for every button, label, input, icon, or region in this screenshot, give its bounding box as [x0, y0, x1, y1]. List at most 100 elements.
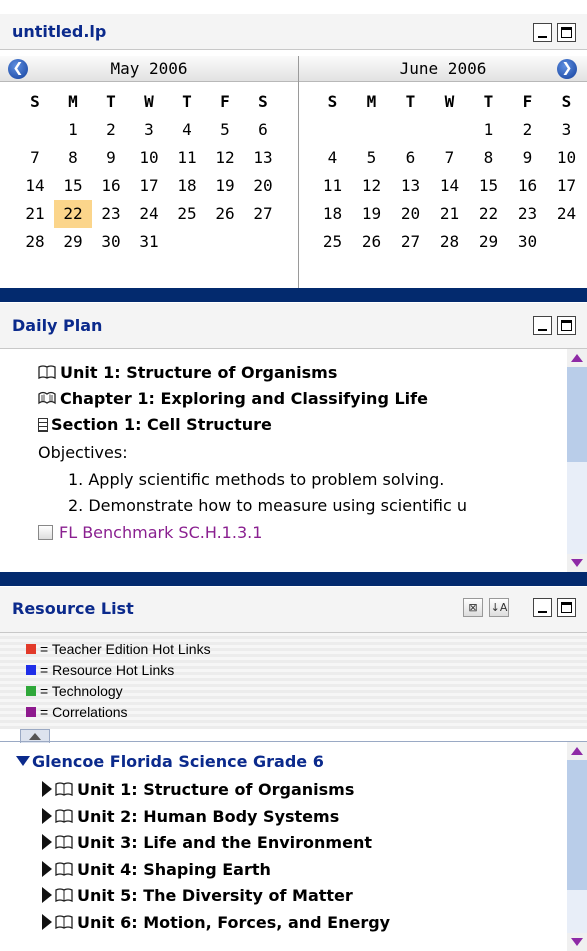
tree-root-row[interactable]: Glencoe Florida Science Grade 6	[16, 752, 324, 771]
daily-plan-minimize-button[interactable]	[533, 316, 552, 335]
calendar-day[interactable]: 10	[547, 144, 586, 172]
calendar-day[interactable]: 25	[168, 200, 206, 228]
calendar-day[interactable]: 5	[206, 116, 244, 144]
calendar-day[interactable]: 24	[130, 200, 168, 228]
calendar-day[interactable]: 12	[352, 172, 391, 200]
calendar-day[interactable]: 6	[391, 144, 430, 172]
tree-unit-row[interactable]: Unit 5: The Diversity of Matter	[42, 886, 353, 905]
scroll-thumb[interactable]	[567, 760, 587, 890]
calendar-day[interactable]: 13	[244, 144, 282, 172]
calendar-empty-cell	[313, 116, 352, 144]
calendar-day[interactable]: 22	[54, 200, 92, 228]
calendar-day[interactable]: 14	[16, 172, 54, 200]
collapsed-arrow-icon[interactable]	[42, 834, 52, 850]
calendar-day[interactable]: 15	[54, 172, 92, 200]
plan-section-row[interactable]: Section 1: Cell Structure	[38, 415, 272, 434]
collapsed-arrow-icon[interactable]	[42, 807, 52, 824]
calendar-day[interactable]: 2	[92, 116, 130, 144]
calendar-day[interactable]: 2	[508, 116, 547, 144]
benchmark-link[interactable]: FL Benchmark SC.H.1.3.1	[59, 523, 262, 542]
tree-unit-row[interactable]: Unit 2: Human Body Systems	[42, 807, 339, 826]
calendar-day[interactable]: 13	[391, 172, 430, 200]
tree-unit-row[interactable]: Unit 3: Life and the Environment	[42, 833, 372, 852]
sort-icon[interactable]: ↓A	[489, 598, 509, 617]
calendar-day[interactable]: 7	[16, 144, 54, 172]
calendar-day[interactable]: 17	[547, 172, 586, 200]
calendar-day[interactable]: 26	[206, 200, 244, 228]
calendar-day[interactable]: 18	[168, 172, 206, 200]
calendar-day[interactable]: 27	[391, 228, 430, 256]
calendar-day[interactable]: 6	[244, 116, 282, 144]
daily-plan-scrollbar[interactable]	[567, 349, 587, 572]
calendar-day[interactable]: 21	[16, 200, 54, 228]
calendar-day[interactable]: 26	[352, 228, 391, 256]
calendar-day[interactable]: 18	[313, 200, 352, 228]
calendar-day[interactable]: 11	[313, 172, 352, 200]
calendar-day[interactable]: 19	[352, 200, 391, 228]
benchmark-row[interactable]: FL Benchmark SC.H.1.3.1	[38, 523, 262, 542]
checkbox-icon[interactable]	[38, 525, 53, 540]
calendar-day[interactable]: 20	[391, 200, 430, 228]
calendar-day[interactable]: 16	[508, 172, 547, 200]
calendar-day[interactable]: 1	[54, 116, 92, 144]
tree-unit-row[interactable]: Unit 1: Structure of Organisms	[42, 780, 354, 799]
calendar-day[interactable]: 10	[130, 144, 168, 172]
scroll-up-button[interactable]	[567, 742, 587, 760]
expanded-arrow-icon[interactable]	[16, 756, 30, 766]
calendar-day[interactable]: 9	[508, 144, 547, 172]
calendar-day[interactable]: 29	[469, 228, 508, 256]
calendar-day[interactable]: 15	[469, 172, 508, 200]
tree-unit-row[interactable]: Unit 4: Shaping Earth	[42, 860, 271, 879]
calendar-day[interactable]: 25	[313, 228, 352, 256]
maximize-button[interactable]	[557, 23, 576, 42]
close-list-icon[interactable]: ⊠	[463, 598, 483, 617]
scroll-thumb[interactable]	[567, 367, 587, 462]
calendar-day[interactable]: 3	[547, 116, 586, 144]
resource-list-scrollbar[interactable]	[567, 742, 587, 951]
calendar-day[interactable]: 21	[430, 200, 469, 228]
calendar-day[interactable]: 14	[430, 172, 469, 200]
collapsed-arrow-icon[interactable]	[42, 781, 52, 797]
calendar-day[interactable]: 23	[508, 200, 547, 228]
calendar-day[interactable]: 28	[430, 228, 469, 256]
calendar-day[interactable]: 11	[168, 144, 206, 172]
calendar-day[interactable]: 7	[430, 144, 469, 172]
calendar-day[interactable]: 3	[130, 116, 168, 144]
daily-plan-maximize-button[interactable]	[557, 316, 576, 335]
next-month-button[interactable]: ❯	[557, 59, 577, 79]
calendar-day[interactable]: 8	[54, 144, 92, 172]
collapsed-arrow-icon[interactable]	[42, 860, 52, 877]
resource-list-minimize-button[interactable]	[533, 598, 552, 617]
calendar-day[interactable]: 12	[206, 144, 244, 172]
calendar-day[interactable]: 1	[469, 116, 508, 144]
scroll-down-button[interactable]	[567, 933, 587, 951]
calendar-day[interactable]: 29	[54, 228, 92, 256]
calendar-day[interactable]: 16	[92, 172, 130, 200]
calendar-day[interactable]: 22	[469, 200, 508, 228]
calendar-day[interactable]: 28	[16, 228, 54, 256]
scroll-down-button[interactable]	[567, 554, 587, 572]
calendar-day[interactable]: 8	[469, 144, 508, 172]
calendar-day[interactable]: 30	[508, 228, 547, 256]
plan-unit-row[interactable]: Unit 1: Structure of Organisms	[38, 363, 337, 382]
calendar-day[interactable]: 27	[244, 200, 282, 228]
legend-item-resource-hot-links: = Resource Hot Links	[26, 662, 174, 678]
collapsed-arrow-icon[interactable]	[42, 887, 52, 903]
calendar-day[interactable]: 17	[130, 172, 168, 200]
calendar-day[interactable]: 4	[168, 116, 206, 144]
calendar-day[interactable]: 19	[206, 172, 244, 200]
calendar-day[interactable]: 24	[547, 200, 586, 228]
minimize-button[interactable]	[533, 23, 552, 42]
calendar-day[interactable]: 31	[130, 228, 168, 256]
resource-list-maximize-button[interactable]	[557, 598, 576, 617]
calendar-day[interactable]: 5	[352, 144, 391, 172]
scroll-up-button[interactable]	[567, 349, 587, 367]
calendar-day[interactable]: 30	[92, 228, 130, 256]
calendar-day[interactable]: 20	[244, 172, 282, 200]
calendar-day[interactable]: 4	[313, 144, 352, 172]
calendar-day[interactable]: 9	[92, 144, 130, 172]
tree-unit-row[interactable]: Unit 6: Motion, Forces, and Energy	[42, 913, 390, 932]
collapsed-arrow-icon[interactable]	[42, 913, 52, 930]
calendar-day[interactable]: 23	[92, 200, 130, 228]
plan-chapter-row[interactable]: Chapter 1: Exploring and Classifying Lif…	[38, 389, 428, 408]
